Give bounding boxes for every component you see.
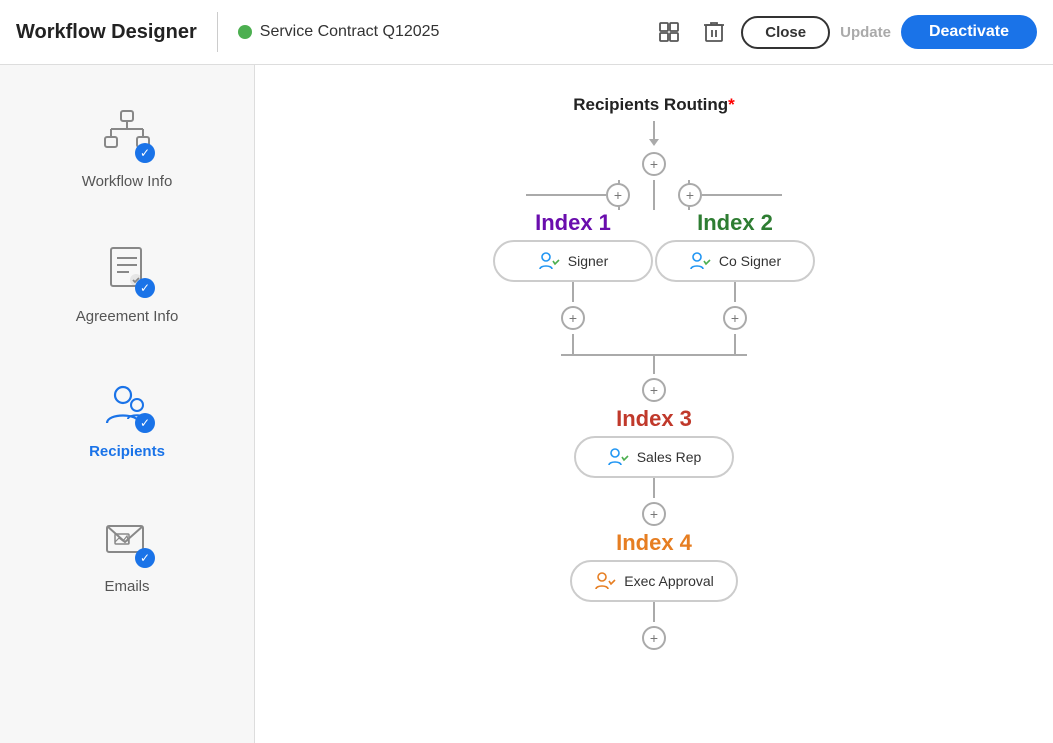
add-step-top[interactable]: + [642, 152, 666, 176]
header-divider [217, 12, 218, 52]
header-actions: Close Update Deactivate [651, 14, 1037, 50]
sidebar-item-workflow-info-label: Workflow Info [82, 173, 173, 190]
template-icon [657, 20, 681, 44]
add-after-index1[interactable]: + [561, 306, 585, 330]
index1-recipient-label: Signer [568, 253, 608, 269]
emails-icon-container: ✓ [97, 510, 157, 570]
signer-icon-index4 [594, 570, 616, 592]
update-button[interactable]: Update [840, 24, 891, 41]
sidebar: ✓ Workflow Info ✓ Agreement Info [0, 65, 255, 743]
sidebar-item-emails[interactable]: ✓ Emails [0, 500, 254, 605]
add-step-3[interactable]: + [642, 378, 666, 402]
app-title: Workflow Designer [16, 21, 197, 44]
routing-label: Recipients Routing* [573, 95, 735, 115]
recipients-icon-container: ✓ [97, 375, 157, 435]
sidebar-item-recipients[interactable]: ✓ Recipients [0, 365, 254, 470]
add-before-index1[interactable]: + [606, 183, 630, 207]
add-step-4[interactable]: + [642, 502, 666, 526]
index1-label: Index 1 [535, 210, 611, 236]
workflow-status: Service Contract Q12025 [238, 23, 440, 41]
workflow-info-badge: ✓ [135, 143, 155, 163]
emails-badge: ✓ [135, 548, 155, 568]
index3-label: Index 3 [616, 406, 692, 432]
main-layout: ✓ Workflow Info ✓ Agreement Info [0, 65, 1053, 743]
workflow-canvas: Recipients Routing* + + [255, 65, 1053, 743]
converge-row [561, 354, 747, 374]
agreement-info-badge: ✓ [135, 278, 155, 298]
delete-button[interactable] [697, 14, 731, 50]
arrow-1 [649, 121, 659, 146]
workflow-name: Service Contract Q12025 [260, 23, 440, 41]
branch-index1: + Index 1 Signer [493, 180, 653, 354]
template-icon-button[interactable] [651, 14, 687, 50]
signer-icon-index2 [689, 250, 711, 272]
status-dot [238, 25, 252, 39]
sidebar-item-workflow-info[interactable]: ✓ Workflow Info [0, 95, 254, 200]
index3-section: Index 3 Sales Rep [574, 406, 734, 498]
parallel-section: + Index 1 Signer [493, 180, 815, 374]
branch-index2: + Index 2 Co Signer [655, 180, 815, 354]
index4-label: Index 4 [616, 530, 692, 556]
signer-icon-index3 [607, 446, 629, 468]
workflow-diagram: Recipients Routing* + + [354, 95, 954, 654]
sidebar-item-agreement-info[interactable]: ✓ Agreement Info [0, 230, 254, 335]
index4-recipient-label: Exec Approval [624, 573, 714, 589]
add-step-bottom[interactable]: + [642, 626, 666, 650]
index1-recipient-box[interactable]: Signer [493, 240, 653, 282]
sidebar-item-emails-label: Emails [104, 578, 149, 595]
index4-recipient-box[interactable]: Exec Approval [570, 560, 738, 602]
add-after-index2[interactable]: + [723, 306, 747, 330]
index3-recipient-label: Sales Rep [637, 449, 702, 465]
signer-icon-index1 [538, 250, 560, 272]
sidebar-item-recipients-label: Recipients [89, 443, 165, 460]
close-button[interactable]: Close [741, 16, 830, 49]
agreement-info-icon-container: ✓ [97, 240, 157, 300]
add-before-index2[interactable]: + [678, 183, 702, 207]
index3-recipient-box[interactable]: Sales Rep [574, 436, 734, 478]
index2-label: Index 2 [697, 210, 773, 236]
index2-recipient-box[interactable]: Co Signer [655, 240, 815, 282]
deactivate-button[interactable]: Deactivate [901, 15, 1037, 49]
index4-section: Index 4 Exec Approval [570, 530, 738, 622]
branch-row: + Index 1 Signer [493, 180, 815, 354]
workflow-info-icon-container: ✓ [97, 105, 157, 165]
required-marker: * [728, 95, 735, 114]
index2-recipient-label: Co Signer [719, 253, 781, 269]
delete-icon [703, 20, 725, 44]
sidebar-item-agreement-info-label: Agreement Info [76, 308, 179, 325]
header: Workflow Designer Service Contract Q1202… [0, 0, 1053, 65]
recipients-badge: ✓ [135, 413, 155, 433]
